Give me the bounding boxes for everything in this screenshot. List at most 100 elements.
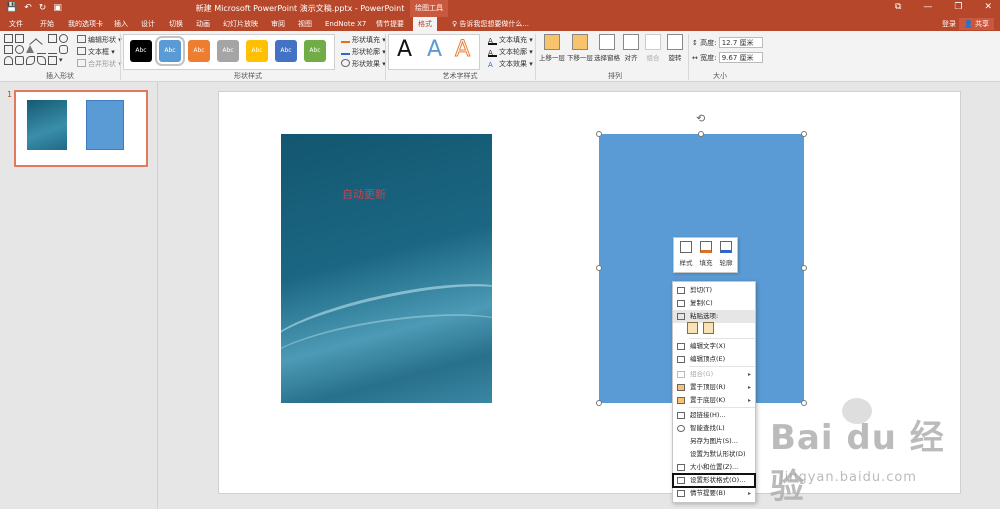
- rotate-handle-icon[interactable]: ⟲: [696, 112, 705, 125]
- resize-handle[interactable]: [801, 400, 807, 406]
- menu-item-format-shape[interactable]: 设置形状格式(O)...: [672, 473, 756, 488]
- wordart-style-blue[interactable]: A: [427, 37, 442, 62]
- menu-item-hyperlink[interactable]: 超链接(H)...: [673, 409, 755, 422]
- insert-shapes-group-label: 插入形状: [46, 72, 74, 80]
- merge-shapes-button[interactable]: 合并形状 ▾: [77, 59, 122, 69]
- tab-transitions[interactable]: 切换: [169, 17, 183, 31]
- style-swatch-darkblue[interactable]: Abc: [275, 40, 297, 62]
- rotate-button[interactable]: 旋转: [665, 34, 685, 62]
- tab-format[interactable]: 格式: [413, 17, 437, 31]
- bring-forward-icon: [544, 34, 560, 50]
- style-swatch-black[interactable]: Abc: [130, 40, 152, 62]
- menu-item-bring-to-front[interactable]: 置于顶层(R) ▸: [673, 381, 755, 394]
- menu-item-set-default[interactable]: 设置为默认形状(D): [673, 448, 755, 461]
- tab-home[interactable]: 开始: [40, 17, 54, 31]
- slide-picture[interactable]: [281, 134, 492, 403]
- textbox-shape-icon[interactable]: [4, 34, 13, 43]
- menu-item-size-position[interactable]: 大小和位置(Z)...: [673, 461, 755, 474]
- oval-shape-icon[interactable]: [59, 34, 68, 43]
- slide-thumbnail[interactable]: [14, 90, 148, 167]
- tab-insert[interactable]: 插入: [114, 17, 128, 31]
- menu-item-cut[interactable]: 剪切(T): [673, 284, 755, 297]
- selection-pane-button[interactable]: 选择窗格: [593, 34, 621, 62]
- resize-handle[interactable]: [596, 131, 602, 137]
- circle-shape-icon[interactable]: [15, 45, 24, 54]
- paste-picture-icon[interactable]: [703, 322, 714, 334]
- brace-shape-icon[interactable]: [15, 56, 24, 65]
- text-box-button[interactable]: 文本框 ▾: [77, 47, 115, 57]
- mini-fill-button[interactable]: 填充: [696, 241, 716, 267]
- more-shapes-icon[interactable]: ▾: [59, 56, 68, 65]
- mini-outline-button[interactable]: 轮廓: [716, 241, 736, 267]
- paint-bucket-icon: [341, 35, 350, 43]
- tab-animations[interactable]: 动画: [196, 17, 210, 31]
- menu-item-group[interactable]: 组合(G) ▸: [673, 368, 755, 381]
- resize-handle[interactable]: [596, 400, 602, 406]
- group-button[interactable]: 组合: [643, 34, 663, 62]
- menu-item-copy[interactable]: 复制(C): [673, 297, 755, 310]
- tab-storyboard[interactable]: 情节提要: [376, 17, 404, 31]
- menu-item-save-as-picture[interactable]: 另存为图片(S)...: [673, 435, 755, 448]
- style-swatch-orange[interactable]: Abc: [188, 40, 210, 62]
- minimize-icon[interactable]: —: [923, 2, 932, 12]
- bracket-shape-icon[interactable]: [48, 56, 57, 65]
- style-swatch-gray[interactable]: Abc: [217, 40, 239, 62]
- tab-design[interactable]: 设计: [141, 17, 155, 31]
- arrow-shape-icon[interactable]: [37, 45, 46, 54]
- wordart-gallery[interactable]: A A A: [388, 34, 480, 70]
- arrow2-shape-icon[interactable]: [48, 45, 57, 54]
- edit-shape-button[interactable]: 编辑形状 ▾: [77, 35, 122, 45]
- resize-handle[interactable]: [698, 131, 704, 137]
- style-swatch-blue[interactable]: Abc: [155, 36, 185, 66]
- text-fill-button[interactable]: A 文本填充 ▾: [488, 35, 533, 45]
- curly-shape-icon[interactable]: [59, 45, 68, 54]
- line2-shape-icon[interactable]: [35, 32, 48, 45]
- shape-fill-button[interactable]: 形状填充 ▾: [341, 35, 386, 45]
- tab-slideshow[interactable]: 幻灯片放映: [223, 17, 258, 31]
- menu-item-smart-lookup[interactable]: 智能查找(L): [673, 422, 755, 435]
- rect2-shape-icon[interactable]: [48, 34, 57, 43]
- tab-view[interactable]: 视图: [298, 17, 312, 31]
- curve-shape-icon[interactable]: [4, 56, 13, 65]
- tab-endnote[interactable]: EndNote X7: [325, 17, 366, 31]
- height-input[interactable]: 12.7 厘米: [718, 37, 763, 48]
- login-link[interactable]: 登录: [942, 19, 956, 29]
- width-input[interactable]: 9.67 厘米: [718, 52, 763, 63]
- menu-item-send-to-back[interactable]: 置于底层(K) ▸: [673, 394, 755, 407]
- text-outline-button[interactable]: A 文本轮廓 ▾: [488, 47, 533, 57]
- align-button[interactable]: 对齐: [621, 34, 641, 62]
- rect3-shape-icon[interactable]: [4, 45, 13, 54]
- shape-styles-gallery[interactable]: Abc Abc Abc Abc Abc Abc Abc: [123, 34, 335, 70]
- rect-shape-icon[interactable]: [15, 34, 24, 43]
- close-icon[interactable]: ✕: [984, 2, 992, 12]
- restore-icon[interactable]: ❐: [954, 2, 962, 12]
- style-swatch-green[interactable]: Abc: [304, 40, 326, 62]
- resize-handle[interactable]: [801, 265, 807, 271]
- menu-item-edit-points[interactable]: 编辑顶点(E): [673, 353, 755, 366]
- wordart-style-orange[interactable]: A: [454, 37, 470, 63]
- menu-item-storyboard[interactable]: 情节提要(B) ▸: [673, 487, 755, 500]
- tab-review[interactable]: 审阅: [271, 17, 285, 31]
- paste-keep-icon[interactable]: [687, 322, 698, 334]
- mini-style-button[interactable]: 样式: [676, 241, 696, 267]
- text-effects-button[interactable]: A 文本效果 ▾: [488, 59, 533, 69]
- shape-outline-button[interactable]: 形状轮廓 ▾: [341, 47, 386, 57]
- share-button[interactable]: 👤 共享: [959, 18, 994, 30]
- shapes-gallery[interactable]: ▾: [4, 32, 68, 66]
- wordart-style-black[interactable]: A: [397, 37, 412, 62]
- ribbon-tabs: 文件 开始 我的选项卡 插入 设计 切换 动画 幻灯片放映 审阅 视图 EndN…: [0, 17, 1000, 31]
- resize-handle[interactable]: [801, 131, 807, 137]
- tab-file[interactable]: 文件: [9, 17, 23, 31]
- brace2-shape-icon[interactable]: [37, 56, 46, 65]
- resize-handle[interactable]: [596, 265, 602, 271]
- style-swatch-gold[interactable]: Abc: [246, 40, 268, 62]
- triangle-shape-icon[interactable]: [26, 45, 34, 53]
- send-backward-button[interactable]: 下移一层: [566, 34, 594, 62]
- tab-my-tab[interactable]: 我的选项卡: [68, 17, 103, 31]
- bring-forward-button[interactable]: 上移一层: [538, 34, 566, 62]
- shape-effects-button[interactable]: 形状效果 ▾: [341, 59, 386, 69]
- ribbon-display-icon[interactable]: ⧉: [895, 2, 901, 12]
- star-shape-icon[interactable]: [26, 56, 35, 65]
- menu-item-edit-text[interactable]: 编辑文字(X): [673, 340, 755, 353]
- tell-me-box[interactable]: ♀ 告诉我您想要做什么...: [452, 19, 529, 29]
